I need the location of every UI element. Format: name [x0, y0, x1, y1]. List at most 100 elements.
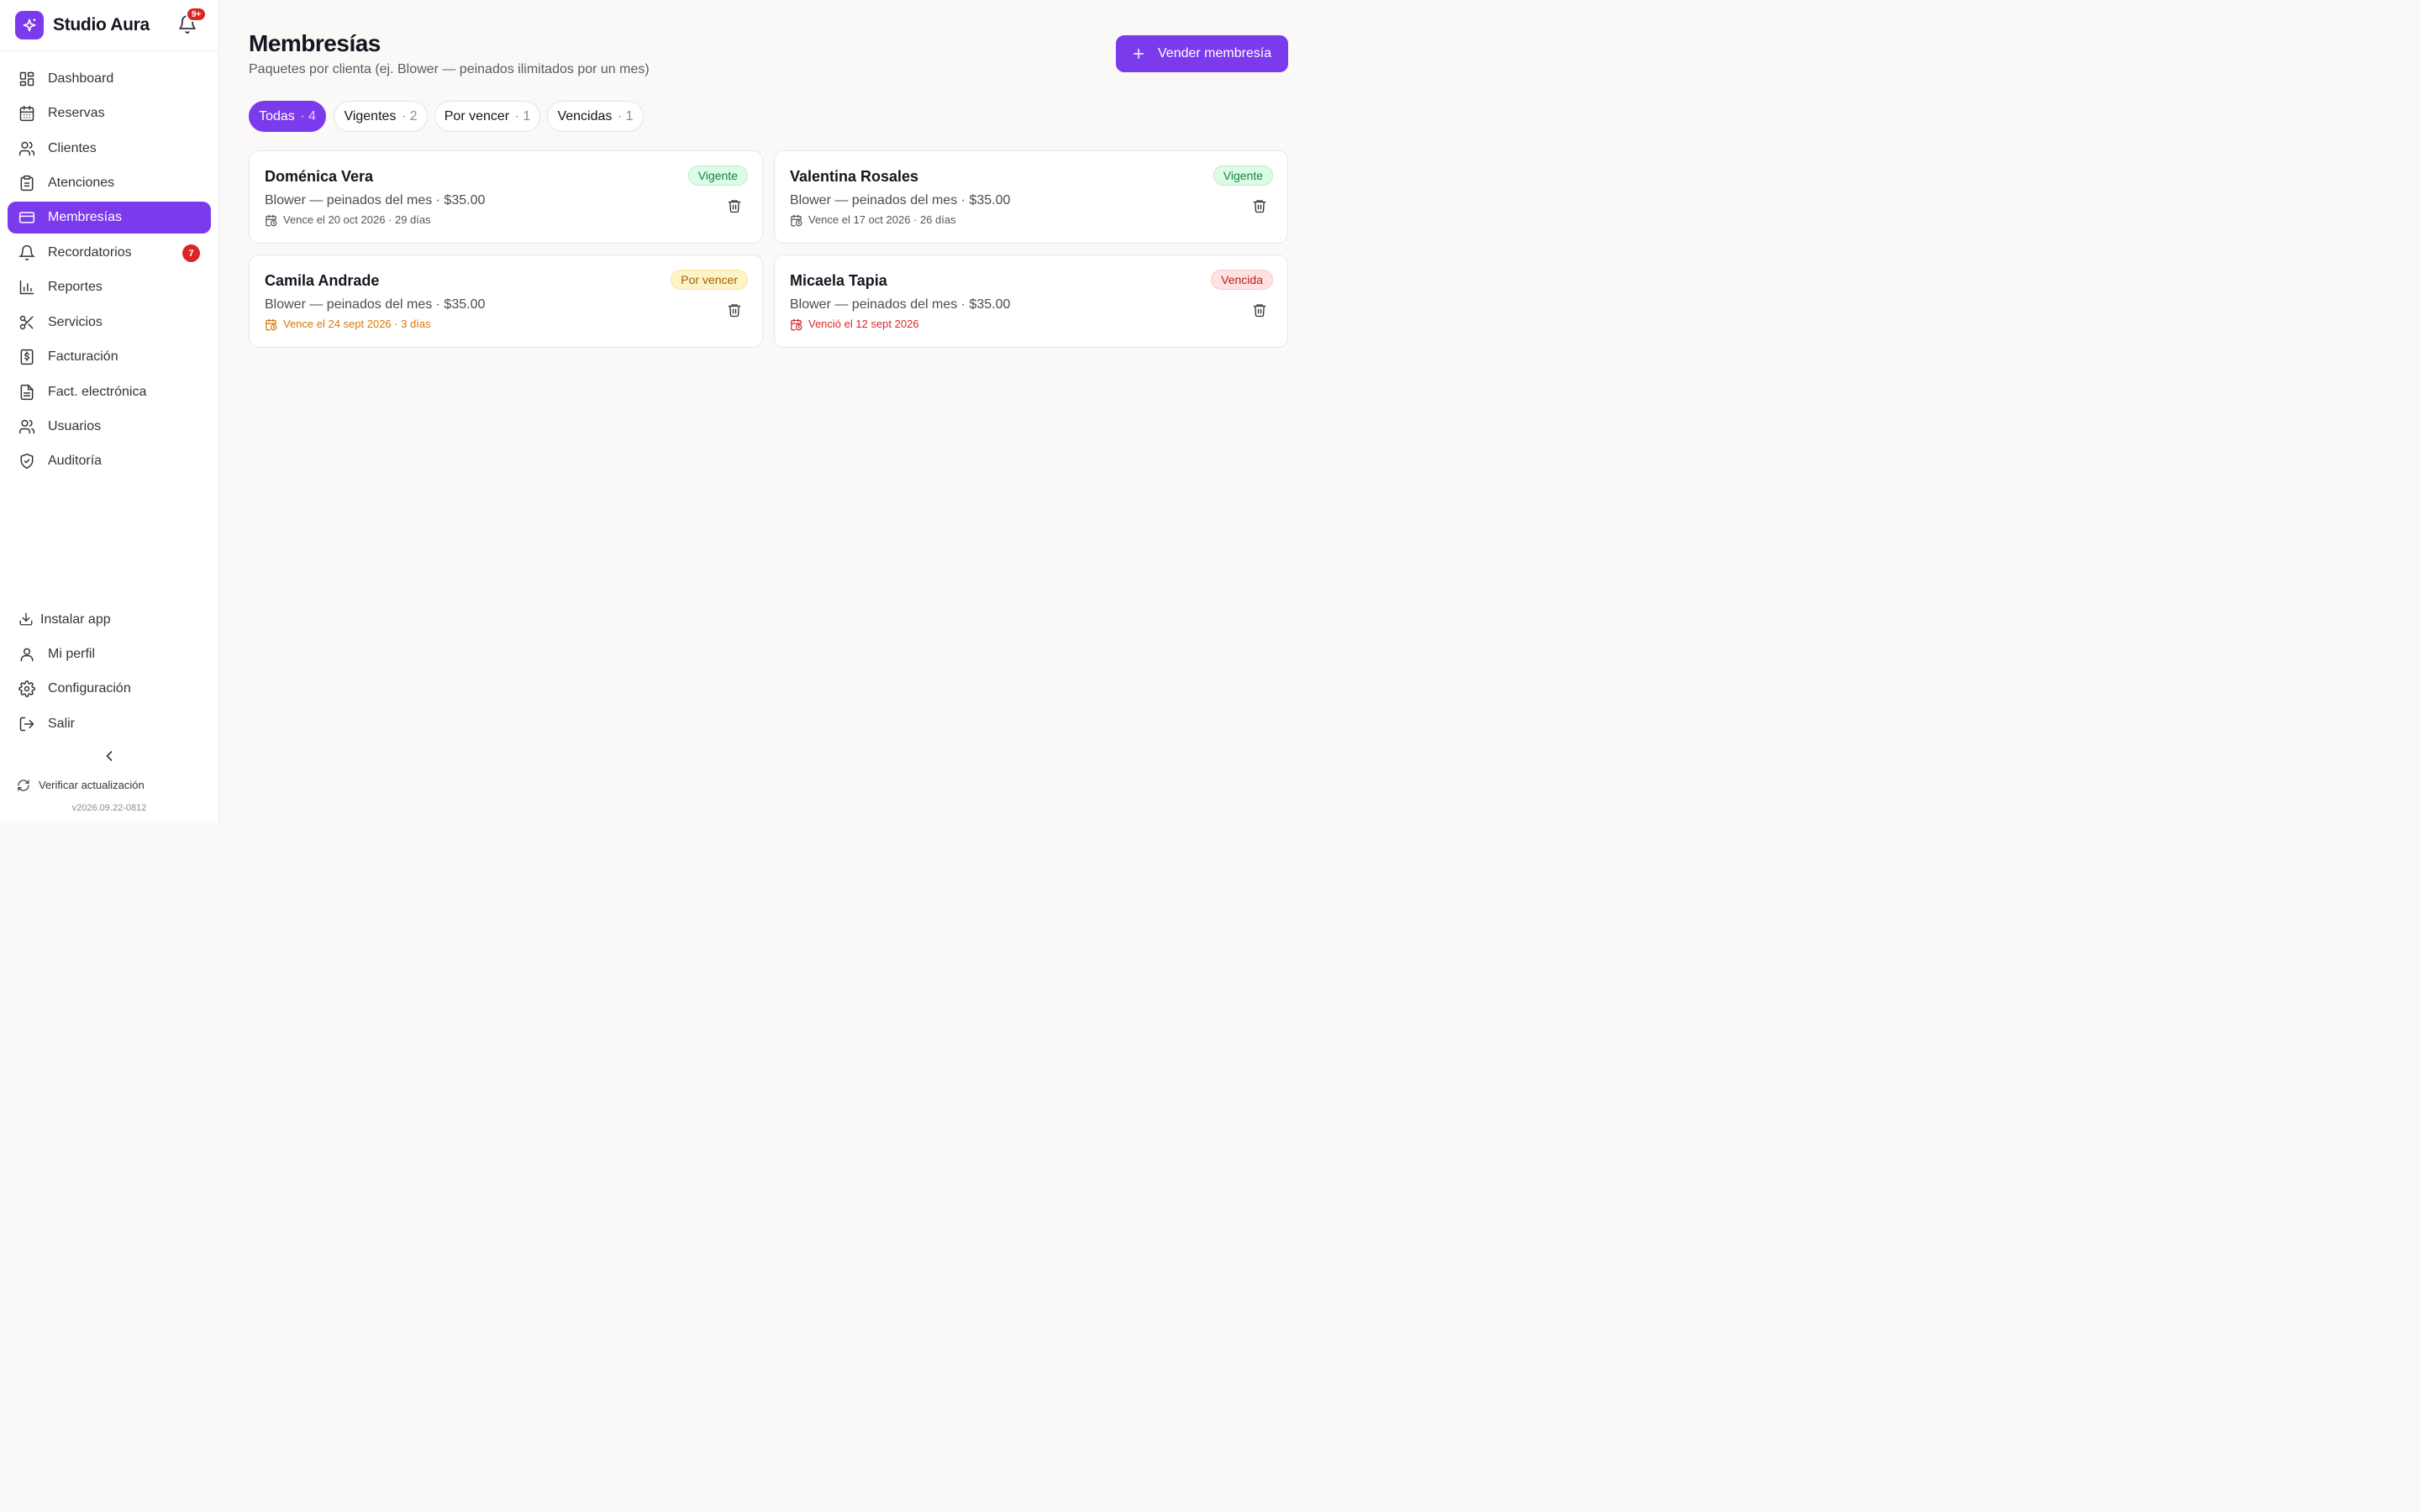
client-name: Doménica Vera	[265, 168, 374, 185]
trash-icon[interactable]	[1252, 198, 1267, 213]
membership-card[interactable]: Valentina Rosales Blower — peinados del …	[774, 150, 1288, 244]
filter-label: Todas	[259, 108, 295, 123]
status-badge: Por vencer	[671, 270, 748, 290]
sidebar-item-label: Facturación	[48, 349, 118, 364]
expiry-text: Vence el 24 sept 2026 · 3 días	[283, 318, 431, 330]
calendar-clock-icon	[790, 318, 802, 331]
install-app-label: Instalar app	[40, 612, 111, 627]
status-badge: Vencida	[1211, 270, 1273, 290]
filter-label: Vencidas	[557, 108, 613, 123]
app-name: Studio Aura	[53, 15, 150, 34]
membership-plan: Blower — peinados del mes · $35.00	[790, 193, 1011, 207]
logout-icon	[18, 716, 35, 732]
filter-chip-por-vencer[interactable]: Por vencer · 1	[434, 101, 540, 132]
settings-button[interactable]: Configuración	[8, 675, 211, 703]
reminders-count-badge: 7	[182, 244, 200, 262]
trash-icon[interactable]	[1252, 302, 1267, 318]
sidebar-item-recordatorios[interactable]: Recordatorios 7	[8, 237, 211, 269]
settings-label: Configuración	[48, 681, 131, 696]
membership-card[interactable]: Camila Andrade Blower — peinados del mes…	[249, 255, 763, 348]
trash-icon[interactable]	[727, 198, 742, 213]
sell-membership-button[interactable]: Vender membresía	[1116, 35, 1288, 72]
bell-icon	[18, 244, 35, 261]
plus-icon	[1131, 46, 1146, 61]
sidebar-item-reservas[interactable]: Reservas	[8, 97, 211, 129]
user-icon	[18, 646, 35, 663]
filter-label: Vigentes	[344, 108, 397, 123]
sidebar-item-label: Auditoría	[48, 454, 103, 468]
sidebar-item-label: Atenciones	[48, 176, 115, 190]
sidebar-item-membresias[interactable]: Membresías	[8, 202, 211, 234]
sidebar-item-dashboard[interactable]: Dashboard	[8, 63, 211, 95]
sidebar-item-label: Fact. electrónica	[48, 385, 147, 399]
sidebar-item-label: Membresías	[48, 210, 123, 224]
membership-plan: Blower — peinados del mes · $35.00	[790, 297, 1011, 312]
sidebar-item-label: Dashboard	[48, 71, 114, 86]
sidebar-item-auditoria[interactable]: Auditoría	[8, 445, 211, 477]
sidebar-item-label: Reportes	[48, 280, 103, 294]
sidebar-item-servicios[interactable]: Servicios	[8, 307, 211, 339]
page-title: Membresías	[249, 30, 381, 56]
collapse-sidebar-chevron-icon[interactable]	[101, 748, 118, 764]
filter-chip-todas[interactable]: Todas · 4	[249, 101, 326, 132]
install-app-button[interactable]: Instalar app	[8, 606, 211, 634]
membership-card[interactable]: Micaela Tapia Blower — peinados del mes …	[774, 255, 1288, 348]
gear-icon	[18, 680, 35, 697]
profile-label: Mi perfil	[48, 647, 96, 661]
sell-membership-label: Vender membresía	[1158, 46, 1272, 60]
sidebar-item-clientes[interactable]: Clientes	[8, 133, 211, 165]
filter-count: · 4	[300, 108, 316, 123]
sidebar-item-fact-electronica[interactable]: Fact. electrónica	[8, 376, 211, 408]
filter-count: · 1	[514, 108, 531, 123]
dashboard-icon	[18, 71, 35, 87]
app-version: v2026.09.22-0812	[71, 803, 147, 813]
brand-header: Studio Aura 9+	[0, 0, 218, 51]
expiry-text: Vence el 20 oct 2026 · 29 días	[283, 213, 431, 226]
calendar-clock-icon	[265, 214, 277, 227]
sidebar-item-label: Usuarios	[48, 419, 102, 433]
users-icon	[18, 418, 35, 435]
scissors-icon	[18, 314, 35, 331]
status-badge: Vigente	[1213, 165, 1273, 186]
calendar-clock-icon	[265, 318, 277, 331]
membership-plan: Blower — peinados del mes · $35.00	[265, 297, 486, 312]
clipboard-icon	[18, 175, 35, 192]
profile-button[interactable]: Mi perfil	[8, 640, 211, 669]
membership-plan: Blower — peinados del mes · $35.00	[265, 193, 486, 207]
download-icon	[18, 612, 34, 627]
calendar-clock-icon	[790, 214, 802, 227]
filter-count: · 1	[617, 108, 634, 123]
refresh-icon	[17, 779, 30, 792]
logout-button[interactable]: Salir	[8, 710, 211, 738]
filter-count: · 2	[401, 108, 418, 123]
sidebar-item-label: Reservas	[48, 106, 105, 120]
client-name: Micaela Tapia	[790, 272, 887, 289]
page-subtitle: Paquetes por clienta (ej. Blower — peina…	[249, 62, 650, 76]
filter-label: Por vencer	[444, 108, 510, 123]
client-name: Valentina Rosales	[790, 168, 919, 185]
check-update-label: Verificar actualización	[39, 779, 145, 791]
document-icon	[18, 384, 35, 401]
sidebar-item-label: Recordatorios	[48, 245, 132, 260]
notifications-badge: 9+	[186, 7, 208, 22]
sidebar-item-label: Clientes	[48, 141, 97, 155]
bar-chart-icon	[18, 279, 35, 296]
filter-chip-vencidas[interactable]: Vencidas · 1	[547, 101, 644, 132]
client-name: Camila Andrade	[265, 272, 380, 289]
shield-check-icon	[18, 453, 35, 470]
calendar-icon	[18, 105, 35, 122]
membership-card[interactable]: Doménica Vera Blower — peinados del mes …	[249, 150, 763, 244]
sidebar-item-atenciones[interactable]: Atenciones	[8, 167, 211, 199]
sidebar-item-usuarios[interactable]: Usuarios	[8, 411, 211, 443]
card-icon	[18, 209, 35, 226]
sparkle-logo-icon	[15, 11, 44, 39]
sidebar-item-label: Servicios	[48, 315, 103, 329]
sidebar-item-reportes[interactable]: Reportes	[8, 271, 211, 303]
logout-label: Salir	[48, 717, 76, 731]
filter-chip-vigentes[interactable]: Vigentes · 2	[334, 101, 428, 132]
main-content: Membresías Paquetes por clienta (ej. Blo…	[219, 0, 1318, 823]
trash-icon[interactable]	[727, 302, 742, 318]
sidebar-item-facturacion[interactable]: Facturación	[8, 341, 211, 373]
users-icon	[18, 140, 35, 157]
expiry-text: Venció el 12 sept 2026	[808, 318, 919, 330]
